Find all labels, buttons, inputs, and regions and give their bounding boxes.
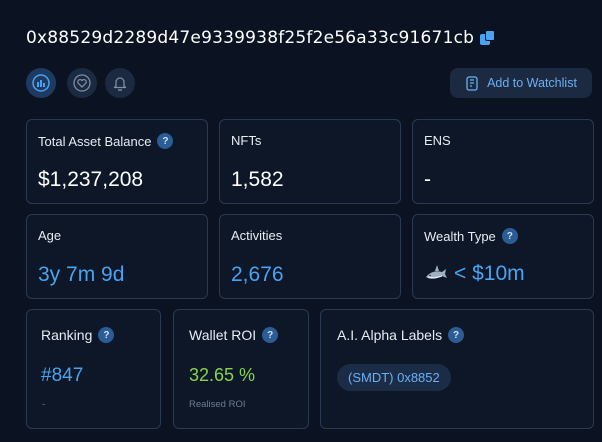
bell-icon [113, 77, 127, 92]
shark-icon [426, 265, 447, 279]
ranking-value: #847 [41, 365, 84, 386]
activities-value[interactable]: 2,676 [231, 263, 284, 287]
ranking-card: Ranking ? #847 - [26, 309, 161, 429]
card-label: Total Asset Balance ? [38, 133, 174, 149]
wealth-type-label: Wealth Type [424, 228, 496, 244]
watchlist-label: Add to Watchlist [487, 76, 577, 90]
wallet-roi-sub: Realised ROI [189, 399, 246, 410]
wallet-roi-card: Wallet ROI ? 32.65 % Realised ROI [173, 309, 309, 429]
alpha-label-tag[interactable]: (SMDT) 0x8852 [337, 364, 451, 391]
chart-icon [32, 74, 50, 92]
wealth-type-value: < $10m [454, 262, 525, 285]
copy-icon[interactable] [480, 30, 496, 46]
ranking-label: Ranking [41, 327, 93, 343]
card-label: Ranking ? [41, 327, 115, 343]
analytics-button[interactable] [26, 68, 56, 98]
favorite-button[interactable] [67, 68, 97, 98]
help-icon[interactable]: ? [262, 327, 279, 343]
activities-label: Activities [231, 228, 283, 243]
nfts-value: 1,582 [231, 168, 284, 191]
total-asset-balance-value: $1,237,208 [38, 168, 144, 191]
nfts-label: NFTs [231, 133, 262, 148]
ens-value: - [424, 168, 431, 191]
wallet-roi-value: 32.65 % [189, 365, 256, 385]
card-label: ENS [424, 133, 451, 148]
ens-label: ENS [424, 133, 451, 148]
add-to-watchlist-button[interactable]: Add to Watchlist [450, 68, 592, 98]
heart-icon [73, 74, 91, 92]
card-label: Age [38, 228, 61, 243]
card-label: Wealth Type ? [424, 228, 518, 244]
card-label: NFTs [231, 133, 261, 148]
age-label: Age [38, 228, 62, 243]
ai-alpha-labels-label: A.I. Alpha Labels [337, 327, 443, 343]
activities-card: Activities 2,676 [219, 214, 401, 299]
watchlist-icon [466, 75, 478, 91]
total-asset-balance-label: Total Asset Balance [38, 133, 152, 149]
wallet-address: 0x88529d2289d47e9339938f25f2e56a33c91671… [26, 28, 475, 48]
help-icon[interactable]: ? [448, 327, 465, 343]
ai-alpha-labels-card: A.I. Alpha Labels ? (SMDT) 0x8852 [320, 309, 594, 429]
age-value: 3y 7m 9d [38, 263, 125, 286]
help-icon[interactable]: ? [98, 327, 115, 343]
wealth-type-card: Wealth Type ? < $10m [412, 214, 594, 299]
nfts-card: NFTs 1,582 [219, 119, 401, 204]
total-asset-balance-card: Total Asset Balance ? $1,237,208 [26, 119, 208, 204]
help-icon[interactable]: ? [501, 228, 518, 244]
ranking-sub: - [42, 399, 46, 410]
card-label: Activities [231, 228, 282, 243]
ens-card: ENS - [412, 119, 594, 204]
alert-button[interactable] [105, 68, 135, 98]
card-label: Wallet ROI ? [189, 327, 279, 343]
wallet-address-row: 0x88529d2289d47e9339938f25f2e56a33c91671… [26, 28, 496, 48]
wealth-type-value-row: < $10m [424, 262, 525, 286]
card-label: A.I. Alpha Labels ? [337, 327, 465, 343]
wallet-roi-label: Wallet ROI [189, 327, 257, 343]
help-icon[interactable]: ? [157, 133, 174, 149]
age-card: Age 3y 7m 9d [26, 214, 208, 299]
